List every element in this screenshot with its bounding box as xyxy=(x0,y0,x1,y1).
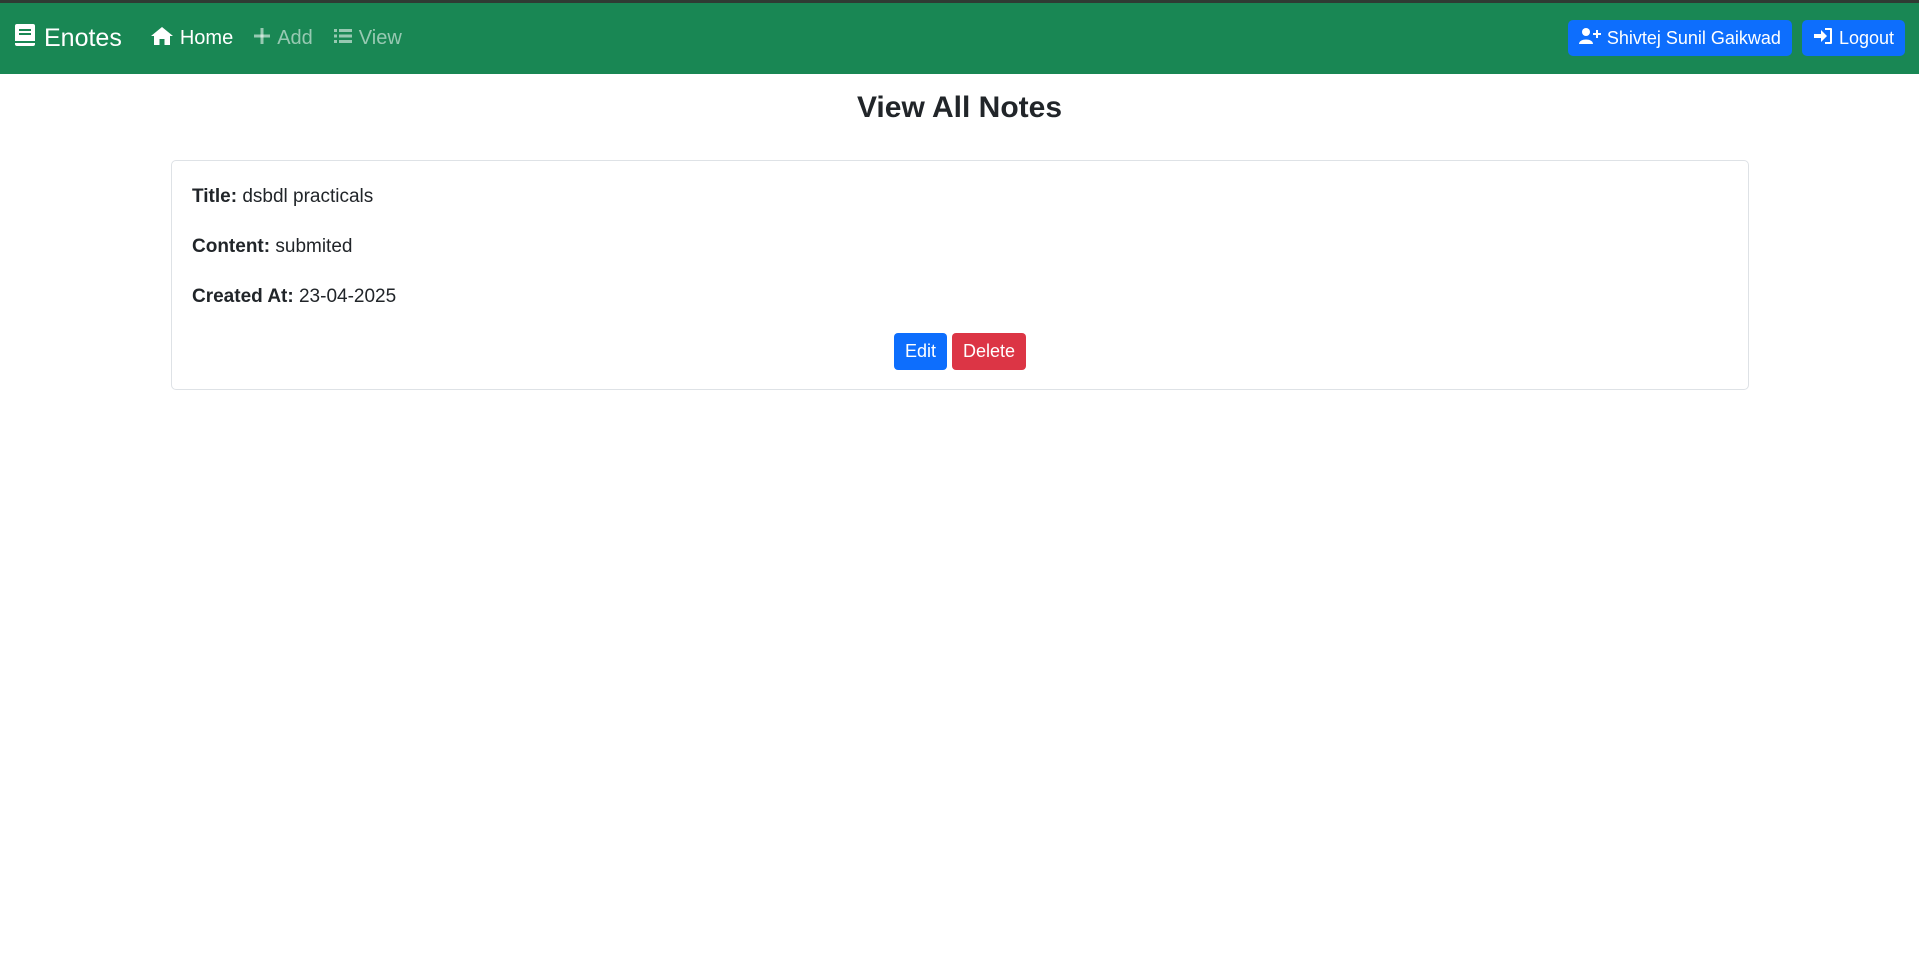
note-created-row: Created At: 23-04-2025 xyxy=(192,285,1728,309)
page-title: View All Notes xyxy=(856,91,1063,124)
nav-right: Shivtej Sunil Gaikwad Logout xyxy=(1567,20,1905,56)
note-content-value: submited xyxy=(275,236,353,257)
user-label: Shivtej Sunil Gaikwad xyxy=(1606,27,1781,48)
brand-link[interactable]: Enotes xyxy=(14,23,122,54)
nav-links: Home Add View xyxy=(150,26,402,52)
nav-home-link[interactable]: Home xyxy=(150,26,233,52)
home-icon xyxy=(150,26,180,52)
sign-in-icon xyxy=(1813,27,1839,50)
nav-view-label: View xyxy=(358,27,402,49)
nav-home-label: Home xyxy=(179,27,234,49)
note-created-value: 23-04-2025 xyxy=(298,286,397,307)
delete-button[interactable]: Delete xyxy=(952,333,1027,370)
note-created-label: Created At: xyxy=(192,286,299,307)
nav-add-link[interactable]: Add xyxy=(253,27,313,51)
navbar: Enotes Home Add View Shivtej Sunil Gaikw… xyxy=(0,3,1919,74)
book-icon xyxy=(14,23,44,54)
note-actions: Edit Delete xyxy=(192,333,1728,370)
brand-label: Enotes xyxy=(44,24,122,52)
edit-button[interactable]: Edit xyxy=(893,333,947,370)
plus-icon xyxy=(253,27,277,51)
logout-button[interactable]: Logout xyxy=(1801,20,1905,56)
note-title-label: Title: xyxy=(192,186,243,207)
user-plus-icon xyxy=(1578,27,1607,50)
note-card: Title: dsbdl practicals Content: submite… xyxy=(171,160,1749,390)
note-title-row: Title: dsbdl practicals xyxy=(192,185,1728,209)
nav-view-link[interactable]: View xyxy=(333,27,402,51)
logout-label: Logout xyxy=(1838,27,1894,48)
list-icon xyxy=(333,27,359,51)
note-title-value: dsbdl practicals xyxy=(242,186,374,207)
note-content-label: Content: xyxy=(192,236,276,257)
nav-add-label: Add xyxy=(277,27,313,49)
user-button[interactable]: Shivtej Sunil Gaikwad xyxy=(1567,20,1792,56)
note-content-row: Content: submited xyxy=(192,235,1728,259)
